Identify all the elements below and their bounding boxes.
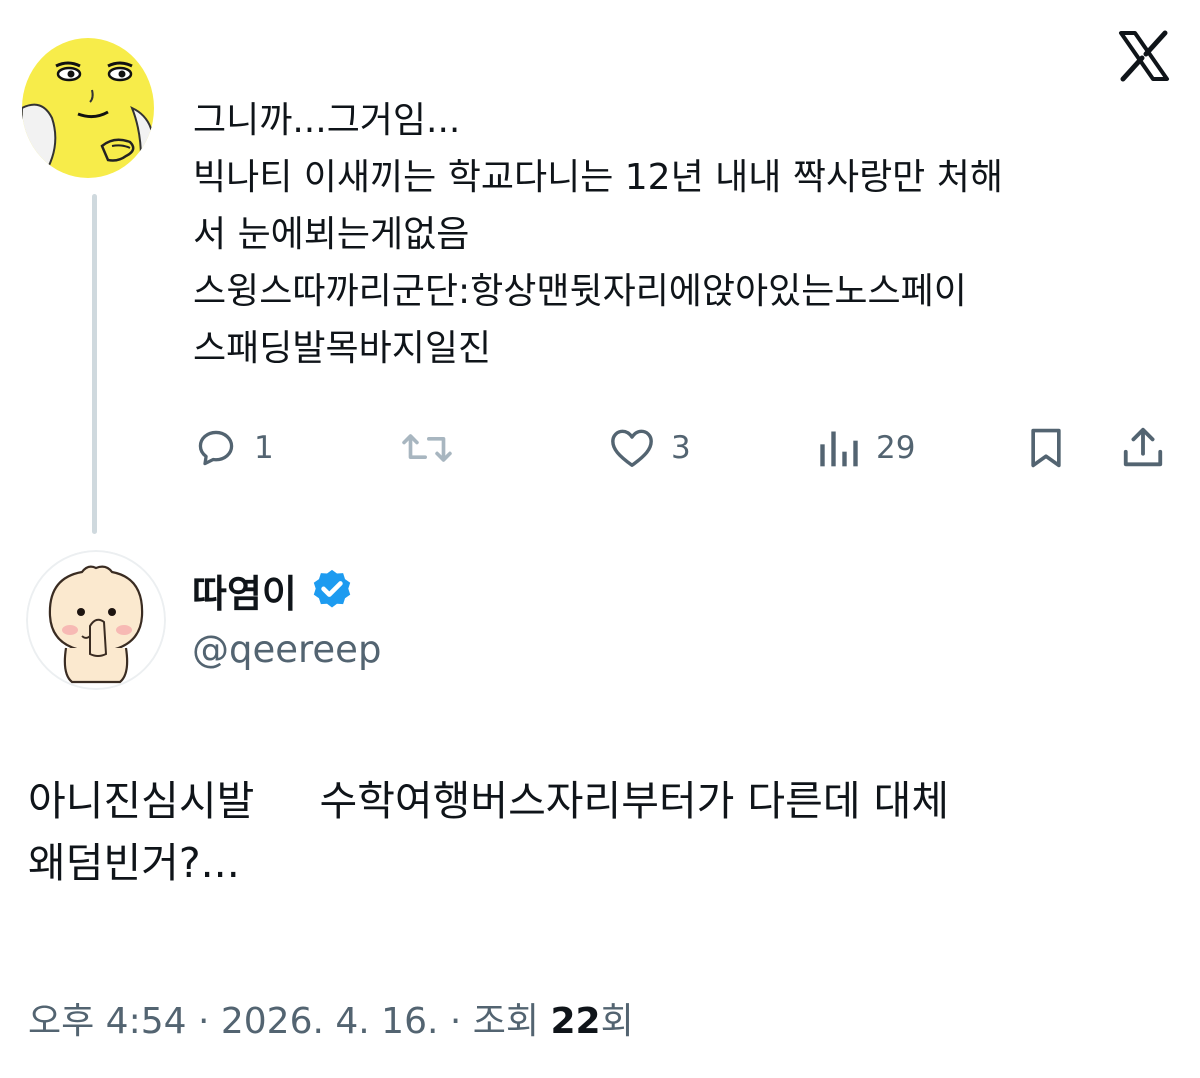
reply-icon [198, 430, 234, 466]
parent-avatar[interactable] [22, 38, 154, 178]
parent-text-line: 스윙스따까리군단:항상맨뒷자리에앉아있는노스페이 [193, 271, 967, 312]
parent-text-line: 서 눈에뵈는게없음 [193, 214, 470, 255]
x-logo-icon[interactable] [1118, 30, 1170, 82]
meta-separator: · [197, 1001, 221, 1042]
verified-badge-icon [313, 569, 351, 608]
view-count: 29 [876, 430, 916, 466]
reply-text-line: 왜덤빈거?... [28, 839, 240, 887]
repost-button[interactable] [398, 422, 472, 474]
tweet-time[interactable]: 오후 4:54 [28, 1001, 187, 1042]
views-suffix: 회 [600, 1001, 634, 1042]
reply-count: 1 [254, 430, 274, 466]
thread-line [92, 194, 97, 534]
tweet-meta: 오후 4:54 · 2026. 4. 16. · 조회 22회 [28, 992, 634, 1044]
parent-text-line: 스패딩발목바지일진 [193, 328, 492, 369]
reply-avatar[interactable] [26, 550, 166, 690]
tweet-date[interactable]: 2026. 4. 16. [221, 1001, 439, 1042]
repost-icon [402, 434, 452, 462]
like-count: 3 [671, 430, 691, 466]
parent-text-line: 빅나티 이새끼는 학교다니는 12년 내내 짝사랑만 처해 [193, 157, 1003, 198]
author-block: 따염이 @qeereep [192, 562, 381, 671]
author-name[interactable]: 따염이 [192, 563, 297, 618]
like-button[interactable]: 3 [609, 422, 691, 474]
analytics-icon [820, 431, 858, 467]
share-icon [1123, 427, 1163, 467]
meta-separator: · [449, 1001, 473, 1042]
views-button[interactable]: 29 [818, 422, 915, 474]
heart-icon [611, 429, 653, 467]
reply-tweet-text: 아니진심시발 수학여행버스자리부터가 다른데 대체왜덤빈거?... [28, 770, 1178, 894]
views-count: 22 [550, 1001, 601, 1042]
bookmark-button[interactable] [1024, 422, 1068, 474]
share-button[interactable] [1118, 422, 1168, 474]
reply-button[interactable]: 1 [194, 422, 274, 474]
author-handle[interactable]: @qeereep [192, 628, 381, 671]
reply-text-line: 아니진심시발 수학여행버스자리부터가 다른데 대체 [28, 777, 950, 825]
parent-text-line: 그니까...그거임... [193, 100, 461, 141]
parent-tweet-text: 그니까...그거임... 빅나티 이새끼는 학교다니는 12년 내내 짝사랑만 … [193, 92, 1178, 377]
bookmark-icon [1031, 428, 1061, 468]
views-label: 조회 [472, 1001, 540, 1042]
